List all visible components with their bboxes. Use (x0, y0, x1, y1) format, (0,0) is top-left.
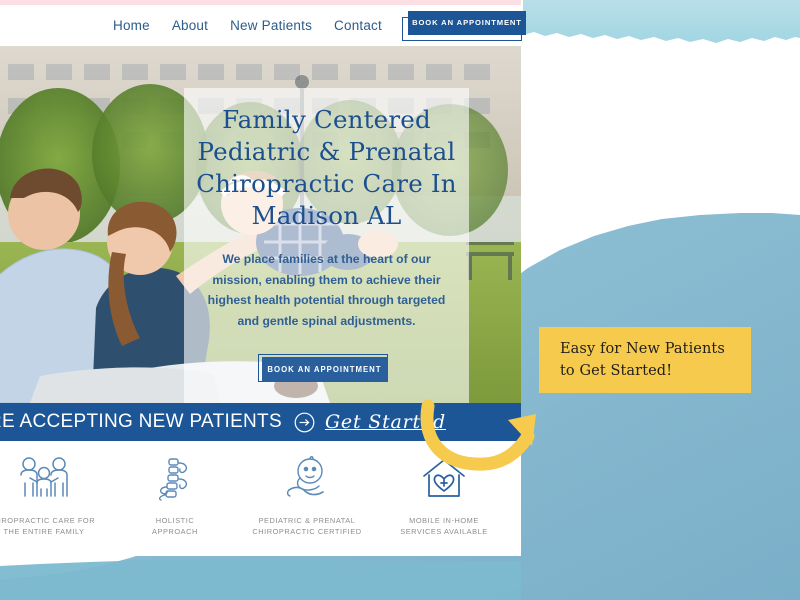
hero-section: Family Centered Pediatric & Prenatal Chi… (0, 46, 521, 403)
nav-link-about[interactable]: About (172, 18, 208, 33)
site-navbar: Home About New Patients Contact BOOK AN … (0, 5, 526, 46)
spine-icon (155, 455, 195, 503)
house-heart-icon (420, 455, 468, 503)
new-patients-banner: RE ACCEPTING NEW PATIENTS Get Started (0, 403, 521, 441)
feature-label: HIROPRACTIC CARE FOR THE ENTIRE FAMILY (0, 516, 96, 537)
circle-arrow-right-icon (294, 412, 315, 433)
hero-subtitle: We place families at the heart of our mi… (207, 252, 446, 328)
screenshot-root: Home About New Patients Contact BOOK AN … (0, 0, 800, 600)
hero-cta-wrapper: BOOK AN APPOINTMENT (257, 354, 392, 385)
feature-item-mobile-in-home[interactable]: MOBILE IN-HOME SERVICES AVAILABLE (369, 455, 519, 538)
nav-link-home[interactable]: Home (113, 18, 150, 33)
feature-item-pediatric-prenatal[interactable]: PEDIATRIC & PRENATAL CHIROPRACTIC CERTIF… (232, 455, 382, 538)
nav-links: Home About New Patients Contact (113, 18, 382, 33)
hero-book-appointment-button[interactable]: BOOK AN APPOINTMENT (261, 357, 388, 383)
baby-in-hand-icon (283, 455, 331, 503)
nav-link-contact[interactable]: Contact (334, 18, 382, 33)
annotation-line-2: to Get Started! (560, 363, 673, 379)
hero-text-panel: Family Centered Pediatric & Prenatal Chi… (184, 88, 469, 403)
banner-text: RE ACCEPTING NEW PATIENTS (0, 411, 282, 432)
feature-icons-row: HIROPRACTIC CARE FOR THE ENTIRE FAMILY H… (0, 441, 521, 556)
annotation-line-1: Easy for New Patients (560, 340, 725, 357)
family-group-icon (16, 455, 72, 503)
feature-item-holistic[interactable]: HOLISTIC APPROACH (100, 455, 250, 538)
feature-label: HOLISTIC APPROACH (152, 516, 198, 537)
nav-book-appointment-button[interactable]: BOOK AN APPOINTMENT (407, 10, 526, 35)
feature-label: MOBILE IN-HOME SERVICES AVAILABLE (400, 516, 488, 537)
annotation-callout-box: Easy for New Patients to Get Started! (539, 327, 751, 393)
nav-link-new-patients[interactable]: New Patients (230, 18, 312, 33)
banner-get-started-link[interactable]: Get Started (325, 411, 446, 433)
feature-label: PEDIATRIC & PRENATAL CHIROPRACTIC CERTIF… (252, 516, 362, 537)
nav-cta-wrapper: BOOK AN APPOINTMENT (401, 10, 526, 41)
hero-title: Family Centered Pediatric & Prenatal Chi… (196, 105, 457, 230)
